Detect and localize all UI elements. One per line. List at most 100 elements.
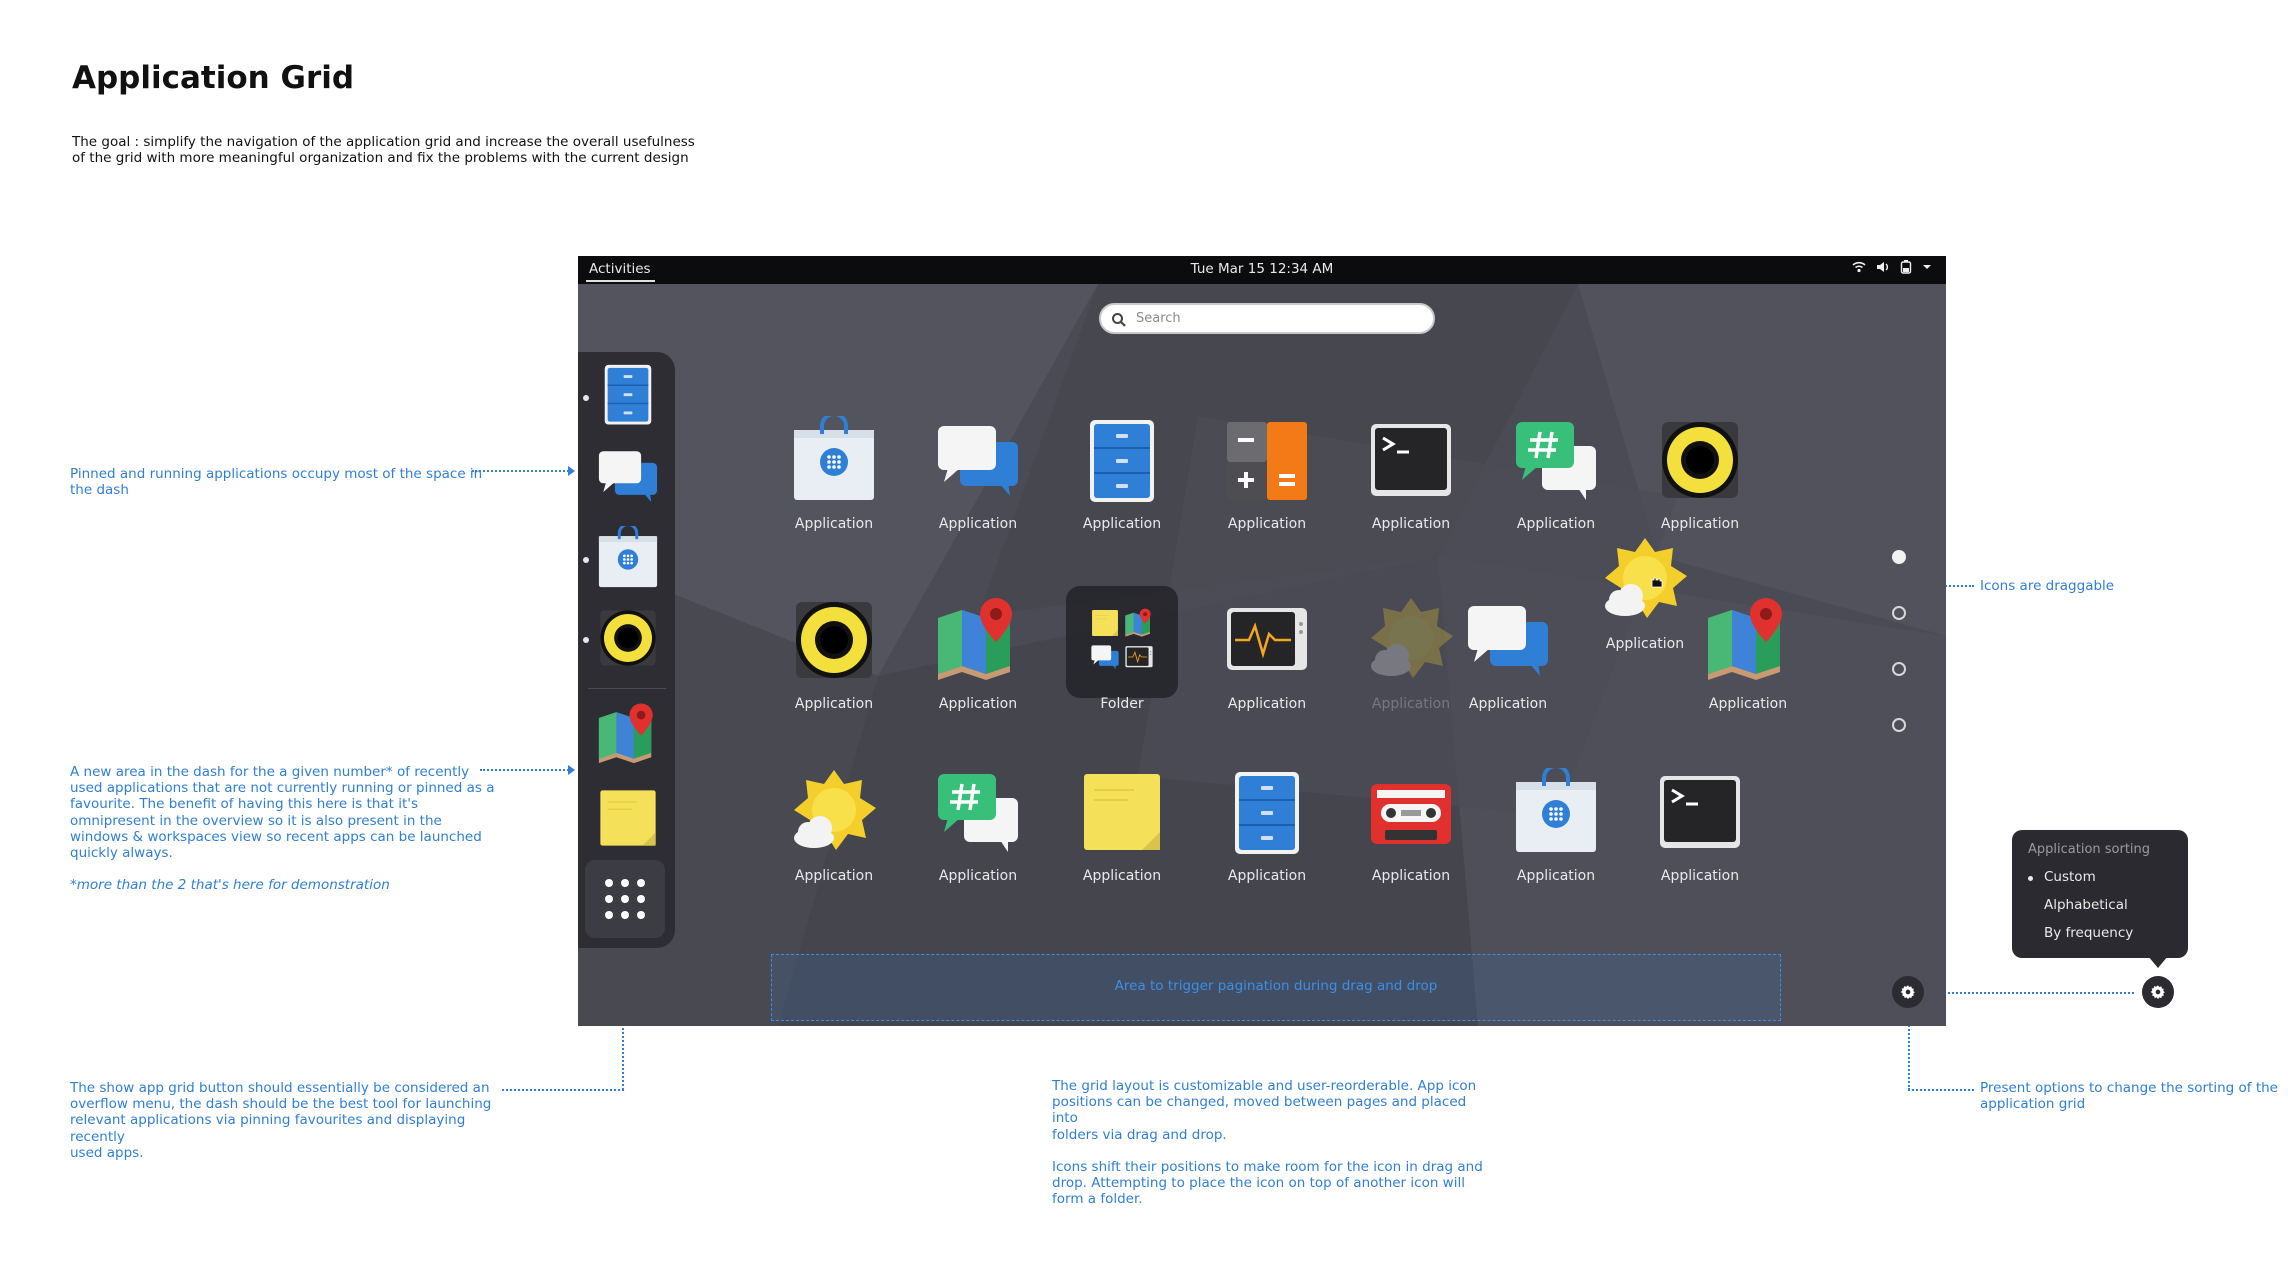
weather-icon xyxy=(1367,596,1455,684)
battery-icon xyxy=(1900,260,1912,274)
search-placeholder: Search xyxy=(1136,311,1181,326)
sort-menu-header: Application sorting xyxy=(2028,842,2151,857)
store-bag-icon xyxy=(1512,768,1600,856)
app-grid-icon xyxy=(605,879,645,919)
app-tile[interactable]: Application xyxy=(1346,416,1476,551)
app-tile[interactable]: Application xyxy=(769,596,899,731)
app-label: Application xyxy=(1082,516,1162,532)
search-icon xyxy=(1112,313,1126,327)
folder-tile[interactable]: Folder xyxy=(1057,596,1187,731)
app-label: Application xyxy=(1660,516,1740,532)
maps-icon xyxy=(934,596,1022,684)
dash-separator xyxy=(588,688,666,689)
page-indicator-3[interactable] xyxy=(1892,662,1906,676)
annotation-sorting-line xyxy=(1908,1089,1974,1091)
annotation-grid-layout: The grid layout is customizable and user… xyxy=(1052,1078,1483,1208)
sticky-notes-icon xyxy=(1078,768,1166,856)
app-tile[interactable]: Application xyxy=(1202,768,1332,903)
sort-option-alphabetical[interactable]: Alphabetical xyxy=(2044,897,2128,913)
page-subtitle: The goal : simplify the navigation of th… xyxy=(72,134,695,166)
app-label: Application xyxy=(1371,516,1451,532)
page-indicator-2[interactable] xyxy=(1892,606,1906,620)
app-label: Application xyxy=(1516,516,1596,532)
app-label: Application xyxy=(1082,868,1162,884)
app-label: Application xyxy=(1227,516,1307,532)
page-indicator-1[interactable] xyxy=(1892,550,1906,564)
app-label: Application xyxy=(1227,696,1307,712)
annotation-recent-apps: A new area in the dash for the a given n… xyxy=(70,764,495,894)
app-tile[interactable]: Application xyxy=(1491,768,1621,903)
running-indicator xyxy=(583,557,589,563)
pagination-trigger-label: Area to trigger pagination during drag a… xyxy=(1114,978,1438,994)
app-tile[interactable]: Application xyxy=(1635,768,1765,903)
show-apps-button[interactable] xyxy=(585,860,665,938)
app-tile[interactable]: Application xyxy=(1057,768,1187,903)
app-tile[interactable]: Application xyxy=(913,416,1043,551)
page-title: Application Grid xyxy=(72,60,355,96)
wifi-icon xyxy=(1852,261,1866,273)
app-tile[interactable]: Application xyxy=(1443,596,1573,731)
app-tile[interactable]: Application xyxy=(1635,416,1765,551)
gear-icon xyxy=(2150,984,2166,1000)
selected-bullet-icon xyxy=(2028,876,2033,881)
running-indicator xyxy=(583,637,589,643)
chat-icon xyxy=(1464,596,1552,684)
app-tile[interactable]: Application xyxy=(1202,416,1332,551)
app-tile[interactable]: Application xyxy=(913,768,1043,903)
app-tile[interactable]: Application xyxy=(1202,596,1332,731)
app-tile[interactable]: Application xyxy=(769,416,899,551)
pagination-trigger-area: Area to trigger pagination during drag a… xyxy=(771,954,1781,1021)
app-label: Application xyxy=(794,868,874,884)
chevron-down-icon xyxy=(1923,265,1931,269)
dash-maps-icon[interactable] xyxy=(596,702,660,766)
app-label: Application xyxy=(938,516,1018,532)
dragged-app-tile[interactable]: Application xyxy=(1580,536,1710,671)
annotation-show-apps-line xyxy=(502,1089,624,1091)
annotation-recent-line xyxy=(480,769,572,771)
sort-menu: Application sorting Custom Alphabetical … xyxy=(2012,830,2188,958)
app-tile[interactable]: Application xyxy=(913,596,1043,731)
app-tile[interactable]: Application xyxy=(1491,416,1621,551)
speaker-icon xyxy=(1656,416,1744,504)
page-indicator-4[interactable] xyxy=(1892,718,1906,732)
app-tile[interactable]: Application xyxy=(1346,768,1476,903)
top-bar: Activities Tue Mar 15 12:34 AM xyxy=(578,256,1946,284)
terminal-icon xyxy=(1656,768,1744,856)
sort-option-custom[interactable]: Custom xyxy=(2044,869,2096,885)
app-tile[interactable]: Application xyxy=(769,768,899,903)
annotation-gear-line xyxy=(1928,992,2134,994)
grab-cursor-icon xyxy=(1651,577,1663,588)
dash-file-cabinet-icon[interactable] xyxy=(596,362,660,426)
grid-settings-button[interactable] xyxy=(1892,976,1924,1008)
store-bag-icon xyxy=(790,416,878,504)
weather-icon xyxy=(1601,536,1689,624)
app-tile[interactable]: Application xyxy=(1057,416,1187,551)
dash-speaker-icon[interactable] xyxy=(596,606,660,670)
chat-icon xyxy=(934,416,1022,504)
gear-icon xyxy=(1900,984,1916,1000)
desktop-screen: Activities Tue Mar 15 12:34 AM Search Ap… xyxy=(578,256,1946,1026)
hashtag-chat-icon xyxy=(934,768,1022,856)
annotation-sorting: Present options to change the sorting of… xyxy=(1980,1080,2278,1113)
file-cabinet-icon xyxy=(1223,768,1311,856)
app-label: Application xyxy=(938,696,1018,712)
dash-sticky-notes-icon[interactable] xyxy=(596,786,660,850)
sort-option-frequency[interactable]: By frequency xyxy=(2044,925,2133,941)
chat-icon xyxy=(1090,642,1120,672)
tape-recorder-icon xyxy=(1367,768,1455,856)
search-input[interactable]: Search xyxy=(1099,303,1435,334)
clock[interactable]: Tue Mar 15 12:34 AM xyxy=(578,261,1946,277)
sort-menu-pointer xyxy=(2148,956,2168,968)
calculator-icon xyxy=(1223,416,1311,504)
folder-icon xyxy=(1078,596,1166,684)
dash xyxy=(578,352,675,948)
sort-gear-button[interactable] xyxy=(2142,976,2174,1008)
dash-store-bag-icon[interactable] xyxy=(596,526,660,590)
dash-chat-icon[interactable] xyxy=(596,444,660,508)
app-label: Application xyxy=(794,516,874,532)
app-label: Application xyxy=(1708,696,1788,712)
sticky-notes-icon xyxy=(1090,608,1120,638)
app-label: Application xyxy=(1605,636,1685,652)
system-menu[interactable] xyxy=(1852,260,1932,274)
app-label: Application xyxy=(794,696,874,712)
